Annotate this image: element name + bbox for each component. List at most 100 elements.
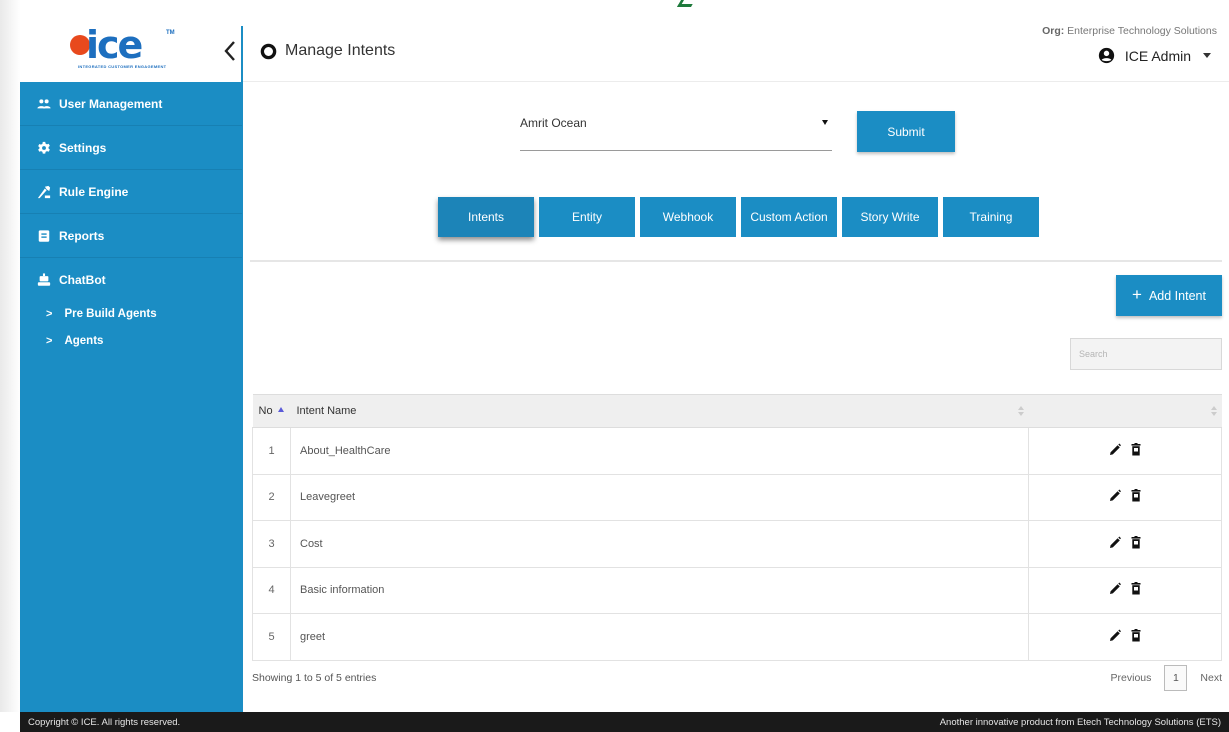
logo-trademark: TM [166, 30, 175, 36]
tab-entity[interactable]: Entity [539, 197, 635, 237]
action-icons [1109, 628, 1142, 642]
delete-trash-icon[interactable] [1130, 628, 1142, 642]
row-actions [1028, 613, 1222, 661]
sidebar-item-reports[interactable]: Reports [20, 214, 242, 258]
chevron-right-icon: > [46, 307, 53, 320]
sidebar-subitem-pre-build-agents[interactable]: > Pre Build Agents [20, 300, 242, 327]
agent-select[interactable]: Amrit Ocean [520, 111, 832, 151]
previous-page-link[interactable]: Previous [1111, 672, 1152, 684]
row-number: 4 [252, 567, 291, 614]
app-shell: ice TM INTEGRATED CUSTOMER ENGAGEMENT Ma… [0, 0, 1229, 732]
edit-pencil-icon[interactable] [1109, 629, 1121, 642]
add-intent-button[interactable]: + Add Intent [1116, 275, 1222, 316]
report-icon [38, 229, 50, 242]
sidebar-item-settings[interactable]: Settings [20, 126, 242, 170]
page-title: Manage Intents [260, 42, 395, 60]
chevron-right-icon: > [46, 334, 53, 347]
intent-name-cell: greet [290, 613, 1029, 661]
add-intent-label: Add Intent [1148, 288, 1206, 303]
org-label: Org: [1042, 25, 1065, 37]
org-info: Org: Enterprise Technology Solutions [1042, 25, 1217, 37]
table-row: 1 About_HealthCare [252, 427, 1222, 475]
action-icons [1109, 489, 1142, 502]
delete-trash-icon[interactable] [1130, 489, 1142, 502]
table-header-row: No Intent Name [252, 394, 1222, 428]
column-header-actions[interactable] [1028, 394, 1222, 428]
sidebar: User Management Settings Rule Engine Rep… [20, 82, 242, 712]
intent-name-cell: Basic information [290, 567, 1029, 614]
top-bar: Manage Intents Org: Enterprise Technolog… [243, 0, 1229, 82]
column-header-intent-name[interactable]: Intent Name [290, 394, 1029, 428]
sidebar-item-label: Rule Engine [59, 184, 129, 199]
footer-copyright: Copyright © ICE. All rights reserved. [28, 716, 181, 728]
intent-name-cell: Leavegreet [290, 474, 1029, 521]
row-actions [1028, 567, 1222, 614]
page-title-text: Manage Intents [285, 42, 396, 59]
sidebar-item-chatbot[interactable]: ChatBot [20, 258, 242, 302]
logo-area: ice TM INTEGRATED CUSTOMER ENGAGEMENT [20, 0, 242, 82]
green-check-mark [676, 0, 696, 7]
intent-name-cell: About_HealthCare [290, 427, 1029, 475]
user-name: ICE Admin [1124, 47, 1191, 64]
tab-training[interactable]: Training [943, 197, 1039, 237]
user-menu[interactable]: ICE Admin [1098, 47, 1211, 64]
org-name: Enterprise Technology Solutions [1067, 25, 1217, 37]
page-number-button[interactable]: 1 [1164, 665, 1188, 691]
caret-down-icon [1203, 53, 1211, 58]
sidebar-item-rule-engine[interactable]: Rule Engine [20, 170, 242, 214]
intent-name-cell: Cost [290, 520, 1029, 568]
robot-icon [37, 273, 51, 286]
row-actions [1028, 427, 1222, 475]
row-number: 5 [252, 613, 291, 661]
account-circle-icon [1098, 47, 1115, 64]
logo-text: ice [86, 23, 143, 67]
edit-pencil-icon[interactable] [1109, 582, 1121, 595]
next-page-link[interactable]: Next [1200, 672, 1222, 684]
edit-pencil-icon[interactable] [1109, 536, 1121, 549]
action-icons [1109, 535, 1142, 549]
submit-button[interactable]: Submit [857, 111, 955, 152]
tab-story-write[interactable]: Story Write [842, 197, 938, 237]
table-body: 1 About_HealthCare 2 Leavegreet 3 Cost 4 Basic … [252, 427, 1222, 661]
search-input[interactable] [1070, 338, 1222, 370]
row-number: 2 [252, 474, 291, 521]
main-content: Amrit Ocean Submit Intents Entity Webhoo… [243, 83, 1229, 712]
sort-ascending-icon [277, 407, 284, 412]
intent-tabs: Intents Entity Webhook Custom Action Sto… [438, 197, 1044, 237]
agent-select-value: Amrit Ocean [520, 116, 587, 130]
delete-trash-icon[interactable] [1130, 535, 1142, 549]
collapse-sidebar-icon[interactable] [223, 40, 237, 62]
action-icons [1109, 442, 1142, 456]
users-icon [37, 98, 51, 108]
edit-pencil-icon[interactable] [1109, 489, 1121, 502]
column-header-intent-name-label: Intent Name [296, 405, 357, 417]
plus-icon: + [1132, 284, 1142, 304]
edit-pencil-icon[interactable] [1109, 443, 1121, 456]
sidebar-item-user-management[interactable]: User Management [20, 82, 242, 126]
delete-trash-icon[interactable] [1130, 582, 1142, 595]
footer-tagline: Another innovative product from Etech Te… [939, 716, 1221, 728]
gear-icon [38, 141, 50, 154]
ice-logo[interactable]: ice TM INTEGRATED CUSTOMER ENGAGEMENT [70, 23, 182, 74]
logo-tagline: INTEGRATED CUSTOMER ENGAGEMENT [78, 64, 167, 69]
sidebar-item-label: Reports [59, 228, 105, 243]
pagination: Previous 1 Next [1111, 665, 1222, 691]
sidebar-item-label: Settings [59, 140, 107, 155]
sort-icon [1017, 406, 1024, 417]
row-actions [1028, 474, 1222, 521]
sidebar-item-label: ChatBot [59, 273, 106, 287]
tab-webhook[interactable]: Webhook [640, 197, 736, 237]
sort-icon [1210, 406, 1217, 417]
table-row: 2 Leavegreet [252, 474, 1222, 521]
row-actions [1028, 520, 1222, 568]
left-shadow [0, 0, 20, 712]
delete-trash-icon[interactable] [1130, 442, 1142, 456]
column-header-no-label: No [258, 405, 273, 417]
column-header-no[interactable]: No [252, 394, 291, 428]
tab-intents[interactable]: Intents [438, 197, 534, 237]
footer: Copyright © ICE. All rights reserved. An… [20, 712, 1229, 732]
tab-custom-action[interactable]: Custom Action [741, 197, 837, 237]
sidebar-subitem-agents[interactable]: > Agents [20, 327, 242, 354]
row-number: 1 [252, 427, 291, 475]
sidebar-item-label: User Management [59, 96, 163, 111]
